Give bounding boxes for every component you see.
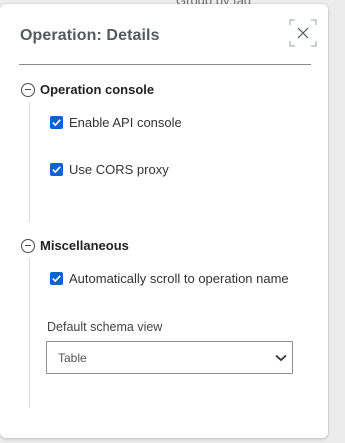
- section-header-operation-console[interactable]: Operation console: [21, 82, 154, 97]
- default-schema-view-label: Default schema view: [47, 320, 163, 334]
- section-label-operation-console: Operation console: [40, 82, 155, 97]
- section-guide-line: [29, 102, 30, 222]
- auto-scroll-label: Automatically scroll to operation name: [69, 271, 289, 286]
- enable-api-console-label: Enable API console: [69, 115, 182, 130]
- section-guide-line: [29, 258, 30, 408]
- select-value: Table: [58, 351, 87, 365]
- checkmark-icon: [52, 166, 61, 174]
- checkmark-icon: [52, 119, 61, 127]
- enable-api-console-checkbox[interactable]: [50, 116, 63, 129]
- operation-details-panel: Operation: Details Operation console Ena…: [0, 4, 328, 438]
- close-button[interactable]: [287, 17, 319, 49]
- collapse-minus-icon: [21, 82, 35, 97]
- title-divider: [19, 64, 311, 65]
- checkbox-row-use-cors-proxy[interactable]: Use CORS proxy: [50, 162, 169, 177]
- checkbox-row-enable-api-console[interactable]: Enable API console: [50, 115, 182, 130]
- section-header-miscellaneous[interactable]: Miscellaneous: [21, 238, 129, 253]
- chevron-down-icon: [275, 354, 287, 362]
- section-label-miscellaneous: Miscellaneous: [40, 238, 129, 253]
- close-icon: [289, 19, 317, 47]
- collapse-minus-icon: [21, 238, 35, 253]
- use-cors-proxy-checkbox[interactable]: [50, 163, 63, 176]
- checkbox-row-auto-scroll[interactable]: Automatically scroll to operation name: [50, 271, 289, 286]
- auto-scroll-checkbox[interactable]: [50, 272, 63, 285]
- default-schema-view-select[interactable]: Table: [46, 341, 293, 374]
- checkmark-icon: [52, 275, 61, 283]
- use-cors-proxy-label: Use CORS proxy: [69, 162, 169, 177]
- panel-title: Operation: Details: [20, 27, 160, 44]
